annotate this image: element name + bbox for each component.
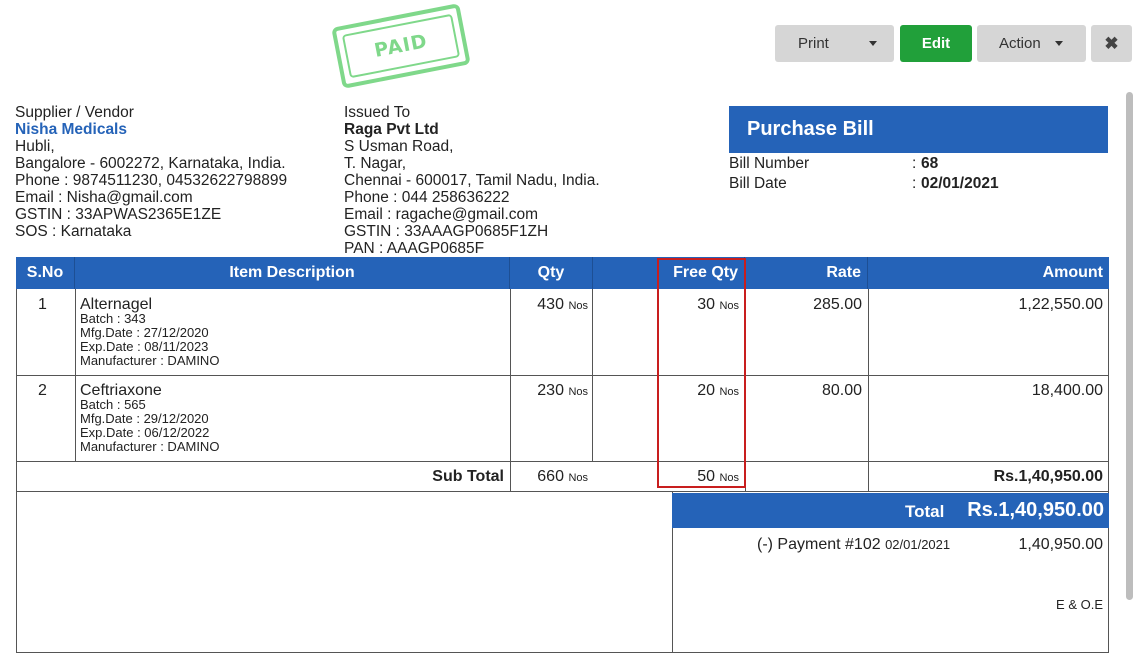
row-sno: 1 xyxy=(38,296,47,313)
paid-stamp-text: PAID xyxy=(372,30,430,62)
item-mfg-date: Mfg.Date : 29/12/2020 xyxy=(80,411,209,426)
bill-title: Purchase Bill xyxy=(729,106,1108,153)
separator: : xyxy=(912,155,917,172)
paid-stamp: PAID xyxy=(331,3,471,89)
issued-to-line: GSTIN : 33AAAGP0685F1ZH xyxy=(344,223,549,240)
item-manufacturer: Manufacturer : DAMINO xyxy=(80,439,220,454)
issued-to-line: Chennai - 600017, Tamil Nadu, India. xyxy=(344,172,600,189)
item-exp-date: Exp.Date : 08/11/2023 xyxy=(80,339,209,354)
total-amount: Rs.1,40,950.00 xyxy=(967,499,1104,521)
header-sno: S.No xyxy=(16,257,75,289)
supplier-line: SOS : Karnataka xyxy=(15,223,132,240)
row-sno: 2 xyxy=(38,382,47,399)
supplier-line: Phone : 9874511230, 04532622798899 xyxy=(15,172,288,189)
item-rate: 80.00 xyxy=(821,382,862,399)
bill-date-value: 02/01/2021 xyxy=(921,175,999,192)
issued-to-line: Email : ragache@gmail.com xyxy=(344,206,539,223)
item-rate: 285.00 xyxy=(813,296,862,313)
issued-to-line: T. Nagar, xyxy=(344,155,407,172)
item-exp-date: Exp.Date : 06/12/2022 xyxy=(80,425,210,440)
eoe-note: E & O.E xyxy=(1056,597,1103,612)
edit-label: Edit xyxy=(921,35,951,52)
issued-to-heading: Issued To xyxy=(344,104,411,121)
total-label: Total xyxy=(905,502,945,521)
supplier-name[interactable]: Nisha Medicals xyxy=(15,121,287,138)
header-qty: Qty xyxy=(510,257,593,289)
issued-to-line: Phone : 044 258636222 xyxy=(344,189,510,206)
subtotal-label: Sub Total xyxy=(432,468,504,485)
subtotal-qty: 660 Nos xyxy=(537,468,588,485)
item-amount: 18,400.00 xyxy=(1031,382,1103,399)
item-qty: 230 Nos xyxy=(537,382,588,399)
action-button[interactable]: Action xyxy=(977,25,1086,62)
table-row-divider xyxy=(16,375,1109,376)
action-label: Action xyxy=(999,35,1041,52)
item-batch: Batch : 565 xyxy=(80,397,146,412)
print-label: Print xyxy=(798,35,829,52)
subtotal-amount: Rs.1,40,950.00 xyxy=(993,468,1103,485)
supplier-block: Supplier / Vendor Nisha Medicals Hubli, … xyxy=(15,104,287,240)
header-item-description: Item Description xyxy=(75,257,510,289)
item-qty: 430 Nos xyxy=(537,296,588,313)
payment-date: 02/01/2021 xyxy=(885,537,951,552)
bill-number-value: 68 xyxy=(921,155,939,172)
separator: : xyxy=(912,175,917,192)
issued-to-line: PAN : AAAGP0685F xyxy=(344,240,485,257)
table-row-divider xyxy=(16,461,1109,462)
print-button[interactable]: Print xyxy=(775,25,894,62)
issued-to-block: Issued To Raga Pvt Ltd S Usman Road, T. … xyxy=(344,104,600,257)
items-table-header: S.No Item Description Qty Free Qty Rate … xyxy=(16,257,1109,289)
issued-to-name: Raga Pvt Ltd xyxy=(344,121,439,138)
notes-area xyxy=(16,491,673,653)
chevron-down-icon xyxy=(869,41,877,46)
payment-amount: 1,40,950.00 xyxy=(1018,536,1103,553)
chevron-down-icon xyxy=(1055,41,1063,46)
total-bar: Total Rs.1,40,950.00 xyxy=(672,493,1109,528)
close-button[interactable]: ✖ xyxy=(1091,25,1132,62)
item-batch: Batch : 343 xyxy=(80,311,146,326)
payment-label: (-) Payment #102 xyxy=(757,536,881,553)
close-icon: ✖ xyxy=(1104,33,1119,53)
supplier-line: GSTIN : 33APWAS2365E1ZE xyxy=(15,206,222,223)
edit-button[interactable]: Edit xyxy=(900,25,972,62)
header-amount: Amount xyxy=(1042,264,1103,281)
vertical-scrollbar[interactable] xyxy=(1126,92,1133,600)
issued-to-line: S Usman Road, xyxy=(344,138,454,155)
supplier-line: Bangalore - 6002272, Karnataka, India. xyxy=(15,155,286,172)
item-manufacturer: Manufacturer : DAMINO xyxy=(80,353,220,368)
header-rate: Rate xyxy=(745,257,868,289)
supplier-line: Hubli, xyxy=(15,138,55,155)
free-qty-highlight xyxy=(657,258,746,488)
bill-date-label: Bill Date xyxy=(729,175,787,192)
supplier-line: Email : Nisha@gmail.com xyxy=(15,189,193,206)
bill-number-label: Bill Number xyxy=(729,155,810,172)
payment-entry: (-) Payment #102 02/01/2021 xyxy=(757,536,950,554)
supplier-heading: Supplier / Vendor xyxy=(15,104,134,121)
item-amount: 1,22,550.00 xyxy=(1018,296,1103,313)
item-mfg-date: Mfg.Date : 27/12/2020 xyxy=(80,325,209,340)
